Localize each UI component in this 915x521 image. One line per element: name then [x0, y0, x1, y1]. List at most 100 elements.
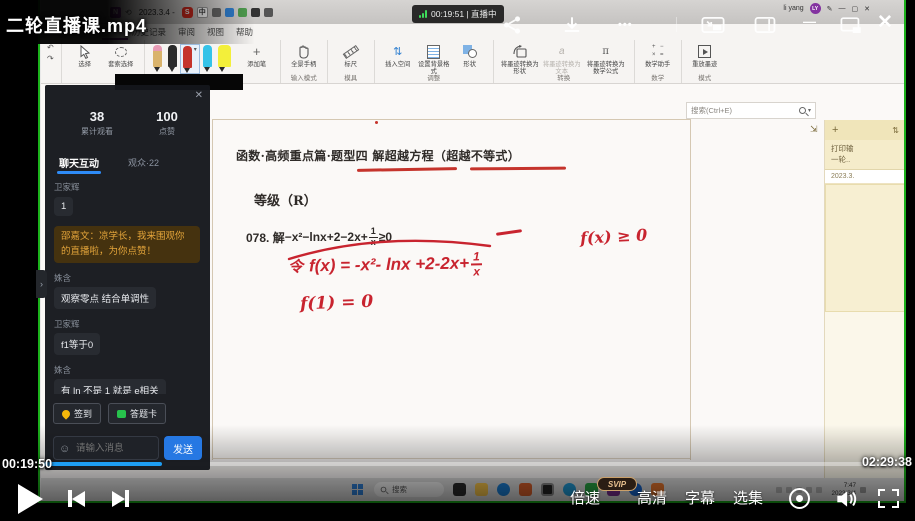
shapes-icon — [462, 45, 477, 58]
plus-icon: + — [252, 44, 261, 59]
signal-bars-icon — [419, 10, 427, 18]
panning-hand-label: 全景手柄 — [291, 61, 317, 68]
download-button[interactable] — [560, 14, 584, 36]
viewers-label: 累计观看 — [81, 127, 113, 136]
insert-space-button[interactable]: ⇅ 插入空间 — [381, 43, 415, 68]
checkin-pin-icon — [60, 407, 72, 420]
overlay-minimize-button[interactable]: — — [803, 14, 816, 29]
ink-to-math-button[interactable]: π 将墨迹转换为数学公式 — [584, 43, 628, 75]
chat-message: f1等于0 — [54, 333, 101, 356]
ink-to-math-icon: π — [602, 46, 609, 57]
convert-group: 将墨迹转换为形状 a 将墨迹转换为文本 π 将墨迹转换为数学公式 转换 — [494, 40, 635, 83]
user-name: li yang — [783, 5, 804, 12]
close-icon: ✕ — [877, 12, 893, 33]
replay-ink-label: 重放墨迹 — [692, 61, 718, 68]
subtitles-button[interactable]: 字幕 — [685, 487, 715, 508]
video-player: N ⟲ 2023.3.4 - S 中 li yang LY ✎ — ▢ ✕ — [0, 0, 915, 521]
shapes-button[interactable]: 形状 — [453, 43, 487, 68]
fullscreen-button[interactable] — [878, 489, 899, 508]
yellow-highlighter-tool[interactable] — [217, 45, 231, 72]
player-close-button[interactable]: ✕ — [877, 11, 893, 34]
play-button[interactable] — [18, 484, 43, 514]
window-close-icon[interactable]: ✕ — [864, 5, 870, 13]
redo-icon[interactable]: ↷ — [47, 54, 54, 63]
cyan-pen-tool[interactable] — [202, 45, 212, 72]
volume-button[interactable] — [833, 487, 859, 511]
add-page-icon[interactable]: + — [832, 124, 838, 136]
mini-player-button[interactable] — [752, 14, 778, 36]
ink-frac-den: x — [473, 264, 481, 279]
pencil-tool[interactable] — [152, 45, 162, 72]
group-label-math: 数学 — [651, 75, 665, 82]
overlay-divider — [676, 17, 677, 32]
red-pen-icon — [182, 46, 192, 73]
math-assistant-label: 数学助手 — [645, 61, 671, 68]
page-search-box[interactable]: 搜索(Ctrl+E) ▾ — [686, 102, 816, 119]
lasso-select-button[interactable]: 套索选择 — [104, 43, 138, 68]
chat-message: 有 ln 不是 1 就是 e相关 — [54, 379, 166, 394]
group-label-adjust: 调整 — [427, 75, 441, 82]
speed-button[interactable]: 倍速 — [570, 487, 600, 508]
likes-count: 100 — [156, 109, 178, 124]
share-button[interactable] — [500, 14, 524, 36]
tab-audience[interactable]: 观众·22 — [128, 156, 159, 169]
page-list-item-selected[interactable] — [825, 184, 906, 312]
chat-close-icon[interactable]: ✕ — [195, 90, 203, 101]
progress-played[interactable] — [44, 462, 162, 466]
chat-message: 1 — [54, 197, 74, 216]
ruler-button[interactable]: 标尺 — [334, 43, 368, 68]
tab-chat[interactable]: 聊天互动 — [59, 155, 99, 170]
minimize-icon: — — [803, 14, 816, 29]
chat-message-highlighted: 邵嘉文：凉学长，我来围观你的直播啦，为你点赞！ — [54, 226, 200, 264]
pip-button[interactable] — [700, 14, 726, 36]
quality-button[interactable]: 高清 — [637, 487, 667, 508]
format-background-button[interactable]: 设置背景格式 — [417, 43, 451, 75]
insert-space-icon: ⇅ — [393, 46, 403, 58]
theater-mode-button[interactable] — [838, 14, 863, 36]
undo-icon[interactable]: ↶ — [47, 43, 54, 52]
avatar[interactable]: LY — [809, 3, 821, 14]
previous-episode-button[interactable] — [68, 490, 85, 507]
panning-hand-button[interactable]: 全景手柄 — [287, 43, 321, 68]
shapes-label: 形状 — [463, 61, 477, 68]
expand-pagelist-icon[interactable]: ⇲ — [810, 124, 818, 135]
chevron-down-icon[interactable]: ▾ — [194, 46, 197, 53]
chat-actions: 签到 答题卡 — [53, 403, 167, 424]
page-list-item[interactable]: 打印输 一轮.. — [825, 140, 906, 170]
black-pen-tool[interactable] — [167, 45, 177, 72]
sort-pages-icon[interactable]: ⇅ — [892, 126, 899, 135]
next-episode-button[interactable] — [112, 490, 129, 507]
search-scope-chevron-icon[interactable]: ▾ — [808, 107, 811, 114]
format-background-icon — [427, 44, 441, 59]
math-assistant-button[interactable]: + − × = 数学助手 — [641, 43, 675, 68]
menu-bars-icon[interactable] — [263, 7, 273, 17]
group-label-stencil: 模具 — [344, 75, 358, 82]
edit-pencil-icon[interactable]: ✎ — [827, 5, 833, 13]
group-label-convert: 转换 — [557, 75, 571, 82]
window-minimize-icon[interactable]: — — [839, 5, 846, 12]
window-user-area: li yang LY ✎ — ▢ ✕ — [783, 3, 870, 14]
answer-card-button[interactable]: 答题卡 — [108, 403, 167, 424]
chat-message: 观察零点 结合单调性 — [54, 287, 157, 310]
target-mode-button[interactable] — [789, 488, 810, 509]
add-pen-button[interactable]: + 添加笔 — [240, 43, 274, 68]
page-item-line1: 打印输 — [831, 144, 854, 153]
page-list-item[interactable]: 2023.3. — [825, 170, 906, 184]
replay-ink-button[interactable]: 重放墨迹 — [688, 43, 722, 68]
chat-collapse-handle[interactable]: › — [36, 270, 47, 298]
select-button[interactable]: 选择 — [68, 43, 102, 68]
ink-to-shape-button[interactable]: 将墨迹转换为形状 — [500, 43, 540, 75]
ink-to-text-button[interactable]: a 将墨迹转换为文本 — [542, 43, 582, 75]
page-list-header: + ⇅ — [825, 120, 906, 140]
math-icon: + − × = — [651, 44, 664, 58]
problem-number: 078. 解 — [246, 230, 285, 245]
window-maximize-icon[interactable]: ▢ — [852, 5, 859, 13]
red-pen-tool-selected[interactable]: ▾ — [179, 44, 200, 74]
more-button[interactable]: ••• — [618, 19, 633, 31]
checkin-button[interactable]: 签到 — [53, 403, 102, 424]
send-button[interactable]: 发送 — [164, 436, 202, 460]
page-left-edge — [212, 119, 213, 460]
emoji-icon[interactable]: ☺ — [59, 443, 70, 455]
lasso-icon — [114, 46, 127, 57]
episodes-button[interactable]: 选集 — [733, 487, 763, 508]
